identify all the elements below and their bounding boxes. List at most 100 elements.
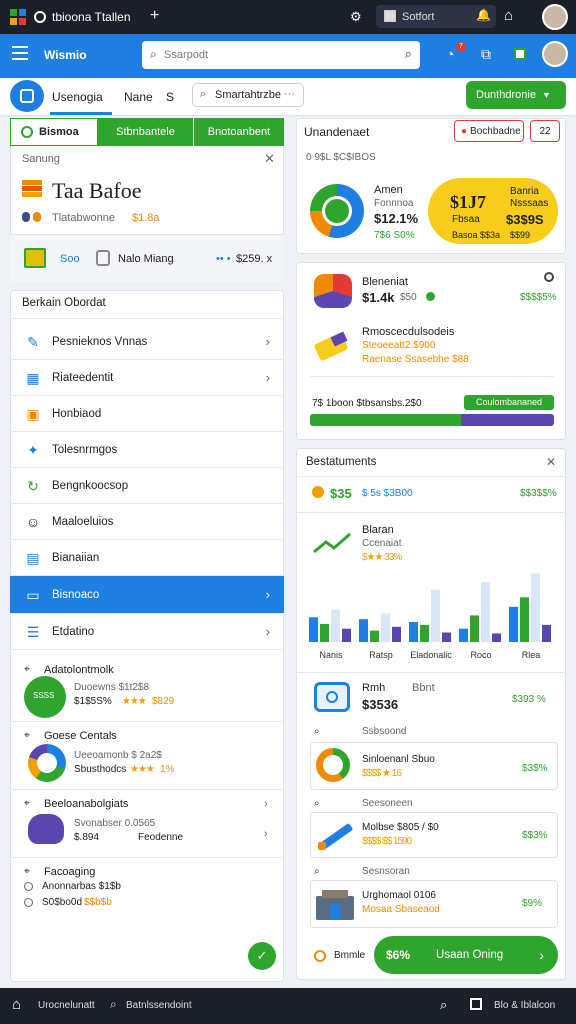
widget-line: $.894 [74, 832, 100, 843]
search-submit-icon[interactable]: ⌕ [405, 46, 412, 62]
edit-icon: ✎ [27, 333, 39, 350]
widget-line: Svonabser 0.0565 [74, 818, 156, 829]
header-avatar[interactable] [542, 41, 568, 67]
settings-icon[interactable]: ⚙ [350, 9, 362, 25]
menu-item-5[interactable]: ↻ Bengnkoocsop [10, 468, 284, 504]
bar-0-1 [320, 623, 329, 642]
home-icon[interactable]: ⌂ [12, 996, 21, 1013]
segment-2[interactable]: Stbnbantele [98, 118, 194, 146]
primary-action-button[interactable]: Dunthdronie ▼ [466, 81, 566, 109]
menu-item-3[interactable]: ▣ Honbiaod [10, 396, 284, 432]
search-icon[interactable]: ⌕ [110, 997, 117, 1012]
close-icon[interactable]: ✕ [264, 151, 275, 167]
alert-icon: ● [461, 125, 468, 137]
highlight-value: $1J7 [450, 192, 486, 212]
menu-item-4[interactable]: ✦ Tolesnrmgos [10, 432, 284, 468]
progress-label: 7$ 1boon $tbsansbs.2$0 [312, 398, 422, 409]
widget-title: Goese Centals [44, 730, 117, 742]
system-search[interactable]: Sotfort 🔔 [376, 5, 496, 28]
ring-icon [316, 748, 350, 782]
radio-button[interactable] [24, 882, 33, 891]
chip-3[interactable]: $259. x [236, 253, 272, 265]
segment-3[interactable]: Bnotoanbent [194, 118, 284, 146]
chip-3-dots: •• • [216, 253, 231, 265]
widget-value: $$b$b [84, 897, 112, 908]
segmented-control: Bismoa Stbnbantele Bnotoanbent [10, 118, 284, 146]
segment-1[interactable]: Bismoa [10, 118, 98, 146]
badge-pill[interactable]: ● Bochbadne [454, 120, 524, 142]
tab-usenogia[interactable]: Usenogia [52, 90, 103, 104]
tab-title: tbioona Ttallen [52, 10, 131, 24]
green-gauge: SSSS [24, 676, 66, 718]
tab-favicon [34, 11, 46, 23]
count-badge[interactable]: 22 [530, 120, 560, 142]
search-icon: ⌕ [200, 88, 207, 100]
status-icon [514, 48, 526, 60]
item-title: Rmoscecdulsodeis [362, 326, 455, 338]
widget-2[interactable]: ⌖ Goese Centals Ueeoamonb $ 2a2$ Sbustho… [10, 724, 284, 790]
x-tick-label: Roco [470, 650, 491, 660]
menu-item-9[interactable]: ☰ Etdatino › [10, 614, 284, 650]
highlight-sub: Fbsaa [452, 214, 480, 225]
chip-2[interactable]: Nalo Miang [118, 253, 174, 265]
hamburger-icon[interactable] [12, 46, 28, 60]
bottom-home-label[interactable]: Urocnelunatt [38, 1000, 95, 1011]
menu-item-6[interactable]: ☺ Maaloeluios [10, 504, 284, 540]
menu-item-7[interactable]: ▤ Bianaiian [10, 540, 284, 576]
chip-1[interactable]: Soo [60, 253, 80, 265]
widget-1[interactable]: ⌖ Adatolontmolk SSSS Duoewns $1t2$8 $1$5… [10, 658, 284, 722]
widget-4[interactable]: ⌖ Facoaging Anonnarbas $1$b S0$bo0d $$b$… [10, 860, 284, 920]
add-fab-button[interactable]: ✓ [248, 942, 276, 970]
home-icon[interactable]: ⌂ [504, 7, 513, 24]
user-icon: ☺ [25, 513, 41, 530]
user-avatar[interactable] [542, 4, 568, 30]
list-section-label: Sesnsoran [362, 866, 410, 877]
widget-3[interactable]: ⌖ Beeloanabolgiats › Svonabser 0.0565 $.… [10, 792, 284, 858]
bell-icon[interactable]: ◔ [446, 46, 454, 62]
folder-icon: ▭ [26, 586, 40, 603]
new-tab-button[interactable]: + [150, 7, 159, 25]
more-icon[interactable]: ··· [284, 88, 295, 100]
search-icon: ⌕ [314, 798, 320, 809]
bottom-search-label[interactable]: Batnlssendoint [126, 1000, 192, 1011]
widget-line: $1$5S% [74, 696, 112, 707]
search-input[interactable]: ⌕ Ssarpodt ⌕ [142, 41, 420, 69]
window-icon[interactable] [470, 998, 482, 1010]
close-icon[interactable]: ✕ [546, 455, 556, 469]
widget-extra: Feodenne [138, 832, 184, 843]
item-line: Steoeeatt2.$900 [362, 340, 436, 351]
star-icon: ✦ [27, 441, 39, 458]
smart-search-pill[interactable]: ⌕ Smartahtrzbe ··· [192, 83, 304, 107]
widget-line: Anonnarbas $1$b [42, 881, 121, 892]
home-tab-icon[interactable] [10, 80, 44, 112]
tab-nane[interactable]: Nane [124, 90, 153, 104]
search-icon: ⌕ [314, 866, 320, 877]
cta-button[interactable]: $6% Usaan Oning › [374, 936, 558, 974]
options-icon[interactable] [544, 272, 554, 282]
refresh-icon: ↻ [27, 477, 39, 494]
chevron-right-icon: › [264, 798, 268, 810]
balance-sub: $50 [400, 292, 417, 303]
widget-line: S0$bo0d [42, 897, 83, 908]
chevron-right-icon: › [265, 370, 270, 385]
widget-line: Duoewns $1t2$8 [74, 682, 150, 693]
tab-s[interactable]: S [166, 90, 174, 104]
apps-icon[interactable]: ⧉ [481, 46, 491, 63]
x-tick-label: Ratsp [369, 650, 393, 660]
x-tick-label: Eladonalic [410, 650, 452, 660]
menu-item-1[interactable]: ✎ Pesnieknos Vnnas › [10, 324, 284, 360]
list-icon: ☰ [26, 623, 40, 640]
donut-title: Amen [374, 184, 403, 196]
search-icon[interactable]: ⌕ [440, 997, 447, 1013]
bottom-right-label[interactable]: Blo & Iblalcon [494, 1000, 555, 1011]
menu-item-8[interactable]: ▭ Bisnoaco › [10, 576, 284, 614]
progress-fill [310, 414, 462, 426]
bar-4-3 [542, 624, 551, 642]
radio-button[interactable] [24, 898, 33, 907]
app-grid-icon[interactable] [10, 9, 26, 25]
chevron-right-icon: › [539, 947, 544, 963]
bar-0-3 [342, 628, 351, 642]
notification-icon[interactable]: 🔔 [476, 8, 491, 22]
menu-item-2[interactable]: ▦ Riateedentit › [10, 360, 284, 396]
menu-header: Berkain Obordat [22, 297, 106, 309]
